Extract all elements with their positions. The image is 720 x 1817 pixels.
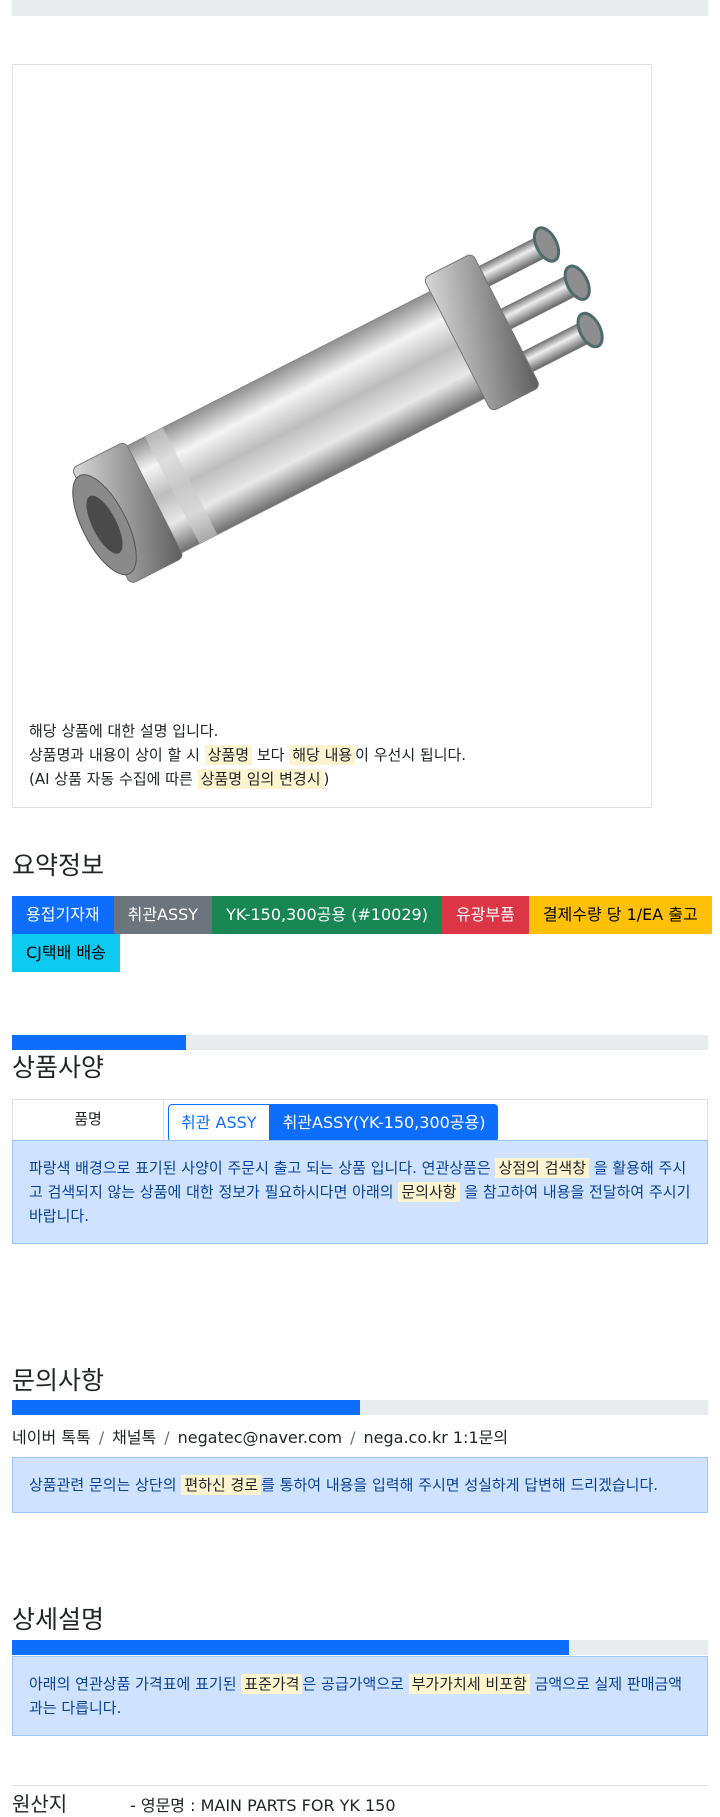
highlight-content: 해당 내용 — [289, 745, 356, 765]
spec-title: 상품사양 — [12, 1053, 105, 1082]
contact-site-inquiry[interactable]: nega.co.kr 1:1문의 — [364, 1428, 509, 1447]
badge-quantity: 결제수량 당 1/EA 출고 — [528, 896, 712, 934]
product-image-card: 해당 상품에 대한 설명 입니다. 상품명과 내용이 상이 할 시 상품명 보다… — [12, 64, 652, 808]
detail-notice: 아래의 연관상품 가격표에 표기된 표준가격 은 공급가액으로 부가가치세 비포함… — [12, 1656, 708, 1736]
highlight-vat-excluded: 부가가치세 비포함 — [408, 1674, 530, 1694]
desc-text: ) — [323, 770, 330, 788]
desc-text: 보다 — [252, 746, 290, 764]
desc-text: 이 우선시 됩니다. — [355, 746, 467, 764]
highlight-inquiry: 문의사항 — [398, 1182, 460, 1202]
contact-naver-talktalk[interactable]: 네이버 톡톡 — [12, 1428, 91, 1447]
top-progress-bar — [12, 0, 708, 16]
spec-progress-bar — [12, 1035, 708, 1050]
detail-progress-fill — [12, 1640, 569, 1655]
origin-row: 원산지 - 영문명 : MAIN PARTS FOR YK 150 — [12, 1785, 708, 1817]
desc-text: (AI 상품 자동 수집에 따른 — [29, 770, 198, 788]
desc-line-3: (AI 상품 자동 수집에 따른 상품명 임의 변경시) — [29, 767, 466, 791]
inquiry-progress-bar — [12, 1400, 708, 1415]
notice-text: 아래의 연관상품 가격표에 표기된 — [29, 1675, 242, 1693]
badge-shipping: CJ택배 배송 — [12, 934, 120, 972]
product-description: 해당 상품에 대한 설명 입니다. 상품명과 내용이 상이 할 시 상품명 보다… — [29, 719, 466, 791]
badge-product-type: 취관ASSY — [113, 896, 213, 934]
highlight-search-box: 상점의 검색창 — [495, 1158, 590, 1178]
notice-text: 를 통하여 내용을 입력해 주시면 성실하게 답변해 드리겠습니다. — [261, 1476, 659, 1494]
separator: / — [350, 1428, 356, 1447]
inquiry-progress-fill — [12, 1400, 360, 1415]
separator: / — [98, 1428, 105, 1447]
notice-text: 상품관련 문의는 상단의 — [29, 1476, 182, 1494]
highlight-product-name: 상품명 — [204, 745, 253, 765]
detail-title: 상세설명 — [12, 1605, 105, 1634]
separator: / — [164, 1428, 170, 1447]
notice-text: 은 공급가액으로 — [302, 1675, 409, 1693]
notice-text: 파랑색 배경으로 표기된 사양이 주문시 출고 되는 상품 입니다. 연관상품은 — [29, 1159, 496, 1177]
contact-channels: 네이버 톡톡 / 채널톡 / negatec@naver.com / nega.co.kr … — [12, 1424, 508, 1448]
origin-value: - 영문명 : MAIN PARTS FOR YK 150 — [130, 1796, 396, 1815]
highlight-name-change: 상품명 임의 변경시 — [197, 769, 324, 789]
highlight-standard-price: 표준가격 — [241, 1674, 303, 1694]
option-chwigwan-assy[interactable]: 취관 ASSY — [168, 1104, 270, 1142]
summary-badges: 용접기자재 취관ASSY YK-150,300공용 (#10029) 유광부품 … — [12, 896, 712, 972]
desc-line-2: 상품명과 내용이 상이 할 시 상품명 보다 해당 내용 이 우선시 됩니다. — [29, 743, 466, 767]
inquiry-notice: 상품관련 문의는 상단의 편하신 경로 를 통하여 내용을 입력해 주시면 성실하… — [12, 1457, 708, 1513]
origin-label: 원산지 — [12, 1792, 68, 1816]
badge-compatibility: YK-150,300공용 (#10029) — [212, 896, 442, 934]
badge-finish: 유광부품 — [441, 896, 529, 934]
badge-category: 용접기자재 — [12, 896, 114, 934]
summary-title: 요약정보 — [12, 851, 105, 880]
product-image — [72, 226, 604, 583]
detail-progress-bar — [12, 1640, 708, 1655]
contact-email[interactable]: negatec@naver.com — [178, 1428, 342, 1447]
option-chwigwan-assy-yk150-300[interactable]: 취관ASSY(YK-150,300공용) — [269, 1104, 499, 1142]
desc-text: 상품명과 내용이 상이 할 시 — [29, 746, 205, 764]
spec-notice: 파랑색 배경으로 표기된 사양이 주문시 출고 되는 상품 입니다. 연관상품은… — [12, 1140, 708, 1244]
inquiry-title: 문의사항 — [12, 1366, 105, 1395]
contact-channeltalk[interactable]: 채널톡 — [112, 1428, 156, 1447]
desc-line-1: 해당 상품에 대한 설명 입니다. — [29, 722, 219, 740]
highlight-convenient-route: 편하신 경로 — [181, 1475, 262, 1495]
